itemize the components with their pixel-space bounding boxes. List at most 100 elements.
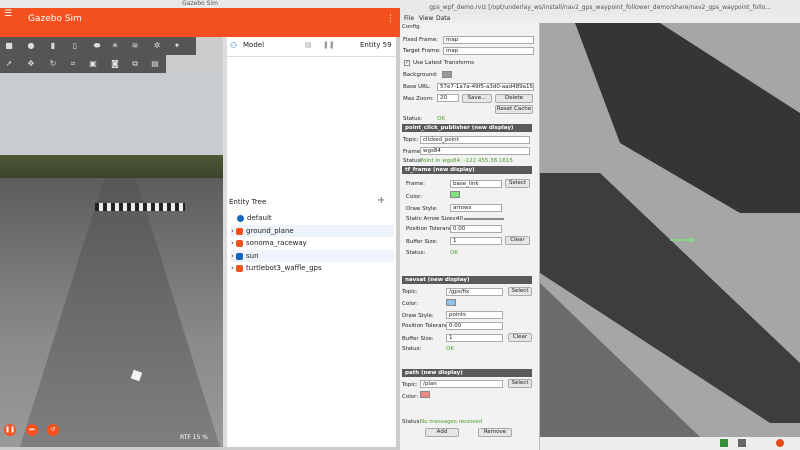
tree-item-ground-plane[interactable]: › ground_plane <box>231 225 394 237</box>
select-icon[interactable]: ➚ <box>4 59 14 69</box>
navsat-clear-button[interactable]: Clear <box>508 333 532 342</box>
entity-tree-header: Entity Tree + <box>227 195 396 209</box>
rviz-window-title: gps_wpf_demo.rviz [/opt/underlay_ws/inst… <box>400 0 800 15</box>
base-url-field[interactable]: 57e7-1a7a-49f5-a3d0-aad489a15f33 <box>437 83 534 91</box>
fixed-frame-select[interactable]: map <box>443 36 534 44</box>
navsat-select-button[interactable]: Select <box>508 287 532 296</box>
light-icon <box>236 252 244 260</box>
satellite-map <box>540 23 800 437</box>
remove-display-button[interactable]: Remove <box>478 428 512 437</box>
point-light-icon[interactable]: ✦ <box>172 41 182 51</box>
status-indicator-icon <box>720 439 728 447</box>
grid-snap-icon[interactable]: ⌗ <box>68 59 78 69</box>
config-label: Config <box>402 24 420 30</box>
delete-button[interactable]: Delete <box>495 94 533 103</box>
light-icon[interactable]: ☀ <box>110 41 120 51</box>
navsat-status-value: OK <box>446 346 454 352</box>
topic-label: Topic: <box>402 289 418 295</box>
reset-cache-button[interactable]: Reset Cache <box>495 105 533 114</box>
menu-data[interactable]: Data <box>436 15 450 23</box>
reset-button[interactable]: ↺ <box>47 424 59 436</box>
tf-status-label: Status: <box>406 250 426 256</box>
tf-position-tolerance-spin[interactable]: 0.00 <box>450 225 502 233</box>
navsat-topic-field[interactable]: /gps/fix <box>446 288 503 296</box>
3d-scene-view[interactable] <box>0 73 223 447</box>
max-zoom-spin[interactable]: 20 <box>437 94 459 102</box>
section-point-click-publisher[interactable]: point_click_publisher (new display) <box>402 124 532 132</box>
background-color-swatch[interactable] <box>442 71 452 78</box>
buffer-size-label: Buffer Size: <box>406 239 438 245</box>
rviz-3d-view[interactable] <box>540 23 800 437</box>
menu-bar: File View Data <box>400 15 800 23</box>
menu-view[interactable]: View <box>419 15 433 23</box>
tree-item-sonoma-raceway[interactable]: › sonoma_raceway <box>231 237 307 249</box>
topic-label: Topic: <box>402 382 418 388</box>
play-pause-button[interactable]: ❚❚ <box>4 424 16 436</box>
directional-light-icon[interactable]: ≋ <box>130 41 140 51</box>
menu-file[interactable]: File <box>404 15 414 23</box>
tree-item-label: turtlebot3_waffle_gps <box>246 264 322 272</box>
rotate-icon[interactable]: ↻ <box>48 59 58 69</box>
transform-toolbar: ➚ ✥ ↻ ⌗ ▣ ◙ ⧉ ▤ <box>0 55 166 73</box>
pcp-frame-field[interactable]: wgs84 <box>420 147 530 155</box>
tf-buffer-size-spin[interactable]: 1 <box>450 237 502 245</box>
color-label: Color: <box>402 394 419 400</box>
navsat-draw-style-select[interactable]: points <box>446 311 503 319</box>
static-arrow-label: Static Arrow Sizes: <box>406 216 458 222</box>
cylinder-icon[interactable]: ▮ <box>48 41 58 51</box>
screenshot-icon[interactable]: ▣ <box>88 59 98 69</box>
section-navsat[interactable]: navsat (new display) <box>402 276 532 284</box>
hamburger-icon[interactable]: ☰ <box>4 10 12 19</box>
gazebo-window-title: Gazebo Sim <box>0 0 400 8</box>
model-icon <box>236 227 244 235</box>
section-title: navsat (new display) <box>405 277 470 283</box>
tree-item-sun[interactable]: › sun <box>231 250 394 262</box>
tree-item-label: default <box>247 214 272 222</box>
section-path[interactable]: path (new display) <box>402 369 532 377</box>
buffer-size-label: Buffer Size: <box>402 336 434 342</box>
pcp-status-value: Point in wgs84: -122.455,38.1615 <box>420 158 513 164</box>
section-tf-frame[interactable]: tf_frame (new display) <box>402 166 532 174</box>
copy-icon[interactable]: ⧉ <box>130 59 140 69</box>
lock-icon[interactable]: ▤ <box>305 41 312 49</box>
pause-icon[interactable]: ❚❚ <box>323 41 335 49</box>
tf-clear-button[interactable]: Clear <box>505 236 530 245</box>
sphere-icon[interactable]: ● <box>26 41 36 51</box>
navsat-buffer-size-spin[interactable]: 1 <box>446 334 503 342</box>
status-value: OK <box>437 116 445 122</box>
path-topic-field[interactable]: /plan <box>420 380 503 388</box>
tf-frame-field[interactable]: base_link <box>450 180 502 188</box>
use-latest-label: Use Latest Transforms <box>413 60 474 66</box>
ellipsoid-icon[interactable]: ⬬ <box>92 41 102 51</box>
camera-icon[interactable]: ◙ <box>110 59 120 69</box>
static-arrow-slider[interactable] <box>464 218 504 220</box>
topic-label: Topic: <box>403 137 419 143</box>
navsat-color-swatch[interactable] <box>446 299 456 306</box>
tf-draw-style-select[interactable]: arrows <box>450 204 502 212</box>
path-color-swatch[interactable] <box>420 391 430 398</box>
translate-icon[interactable]: ✥ <box>26 59 36 69</box>
tf-select-button[interactable]: Select <box>505 179 530 188</box>
spot-light-icon[interactable]: ✲ <box>152 41 162 51</box>
tree-item-default[interactable]: default <box>237 212 272 224</box>
add-entity-icon[interactable]: + <box>377 195 385 206</box>
section-title: tf_frame (new display) <box>405 167 475 173</box>
paste-icon[interactable]: ▤ <box>150 59 160 69</box>
use-latest-checkbox[interactable]: ✓ <box>404 60 410 66</box>
tree-item-turtlebot[interactable]: › turtlebot3_waffle_gps <box>231 262 322 274</box>
entity-id: Entity 59 <box>360 41 392 49</box>
record-icon[interactable] <box>776 439 784 447</box>
navsat-position-tolerance-spin[interactable]: 0.00 <box>446 322 503 330</box>
step-button[interactable]: ⏭ <box>26 424 38 436</box>
tf-color-swatch[interactable] <box>450 191 460 198</box>
more-vert-icon[interactable]: ⋮ <box>386 14 395 24</box>
add-display-button[interactable]: Add <box>425 428 459 437</box>
base-url-label: Base URL: <box>403 84 431 90</box>
target-frame-label: Target Frame: <box>403 48 441 54</box>
pcp-topic-field[interactable]: clicked_point <box>420 136 530 144</box>
path-select-button[interactable]: Select <box>508 379 532 388</box>
save-button[interactable]: Save... <box>462 94 492 103</box>
box-icon[interactable]: ■ <box>4 41 14 51</box>
target-frame-select[interactable]: map <box>443 47 534 55</box>
capsule-icon[interactable]: ▯ <box>70 41 80 51</box>
